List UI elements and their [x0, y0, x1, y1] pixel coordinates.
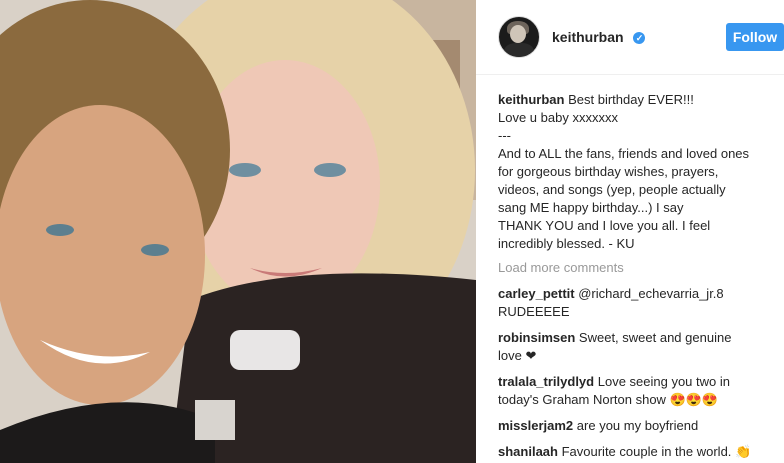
- comment-username[interactable]: misslerjam2: [498, 418, 573, 433]
- comment-text: today's Graham Norton show 😍😍😍: [498, 392, 719, 407]
- caption-line: sang ME happy birthday...) I say: [498, 200, 684, 215]
- comment-username[interactable]: carley_pettit: [498, 286, 575, 301]
- follow-button[interactable]: Follow: [726, 23, 784, 51]
- caption-line: for gorgeous birthday wishes, prayers,: [498, 164, 719, 179]
- caption-line: And to ALL the fans, friends and loved o…: [498, 146, 750, 161]
- comment-username[interactable]: shanilaah: [498, 444, 558, 459]
- caption-line: Love u baby xxxxxxx: [498, 110, 618, 125]
- instagram-post: keithurban ✓ Follow keithurban Best birt…: [0, 0, 784, 463]
- post-photo[interactable]: [0, 0, 476, 463]
- comment-item: robinsimsen Sweet, sweet and genuine lov…: [498, 329, 768, 365]
- comment-text: Love seeing you two in: [597, 374, 730, 389]
- load-more-comments-link[interactable]: Load more comments: [498, 259, 768, 277]
- comment-item: misslerjam2 are you my boyfriend: [498, 417, 768, 435]
- comment-item: tralala_trilydlyd Love seeing you two in…: [498, 373, 768, 409]
- caption-line: THANK YOU and I love you all. I feel: [498, 218, 711, 233]
- comment-text: love ❤: [498, 348, 537, 363]
- comment-username[interactable]: robinsimsen: [498, 330, 575, 345]
- caption: keithurban Best birthday EVER!!! Love u …: [498, 91, 768, 253]
- comment-item: shanilaah Favourite couple in the world.…: [498, 443, 768, 461]
- comment-text: Favourite couple in the world. 👏: [561, 444, 752, 459]
- comment-text: RUDEEEEE: [498, 304, 570, 319]
- comment-item: carley_pettit @richard_echevarria_jr.8 R…: [498, 285, 768, 321]
- comment-text: are you my boyfriend: [576, 418, 699, 433]
- post-sidebar: keithurban ✓ Follow keithurban Best birt…: [476, 0, 784, 463]
- comment-username[interactable]: tralala_trilydlyd: [498, 374, 594, 389]
- comment-text: Sweet, sweet and genuine: [578, 330, 732, 345]
- comments-section: keithurban Best birthday EVER!!! Love u …: [476, 75, 784, 461]
- comment-text: @richard_echevarria_jr.8: [578, 286, 724, 301]
- verified-badge-icon: ✓: [633, 32, 646, 45]
- post-header: keithurban ✓ Follow: [476, 0, 784, 75]
- caption-line: Best birthday EVER!!!: [568, 92, 694, 107]
- selfie-image: [0, 0, 476, 463]
- caption-username[interactable]: keithurban: [498, 92, 564, 107]
- caption-line: incredibly blessed. - KU: [498, 236, 635, 251]
- caption-line: ---: [498, 128, 511, 143]
- avatar[interactable]: [498, 16, 540, 58]
- caption-line: videos, and songs (yep, people actually: [498, 182, 726, 197]
- author-username[interactable]: keithurban ✓: [552, 29, 646, 45]
